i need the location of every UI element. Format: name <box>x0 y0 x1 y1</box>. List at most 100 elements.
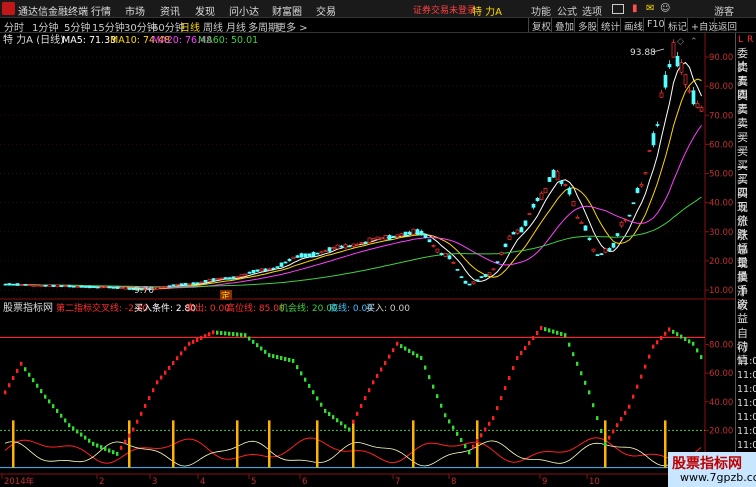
candle-body <box>71 285 76 288</box>
app-logo-icon <box>2 2 15 15</box>
period-1min[interactable]: 1分钟 <box>32 19 58 34</box>
menu-xuanxiang[interactable]: 选项 <box>582 3 602 18</box>
candle-body <box>259 268 264 272</box>
indicator-bar <box>220 331 223 336</box>
period-monthly[interactable]: 月线 <box>226 19 246 34</box>
buy-signal-bar <box>236 420 239 468</box>
indicator-bar <box>208 332 211 337</box>
chart-title: 特 力A (日线) <box>3 33 64 46</box>
price-tick-label: 40.00 <box>709 199 733 209</box>
candle-body <box>123 286 128 290</box>
candle-body <box>539 192 544 200</box>
candle-body <box>179 283 184 286</box>
candle-body <box>415 229 420 235</box>
user-icon[interactable]: ☺ <box>660 3 670 14</box>
guest-label[interactable]: 游客 <box>714 3 734 18</box>
indicator-bar <box>92 441 95 446</box>
period-15min[interactable]: 15分钟 <box>92 19 125 34</box>
candle-body <box>227 277 232 280</box>
settings-icon[interactable]: ◇ <box>677 37 684 47</box>
indicator-bar <box>284 356 287 361</box>
indicator-bar <box>692 341 695 346</box>
candle-body <box>291 256 296 260</box>
indicator-bar <box>420 356 423 361</box>
period-daily[interactable]: 日线 <box>180 19 200 34</box>
candle-body <box>163 286 168 289</box>
indicator-bar <box>684 336 687 341</box>
indicator-bar <box>364 396 367 401</box>
window-icon[interactable] <box>612 4 624 14</box>
indicator-bar <box>36 383 39 388</box>
period-weekly[interactable]: 周线 <box>203 19 223 34</box>
period-multi[interactable]: 多周期 <box>248 19 278 34</box>
menu-gongshi[interactable]: 公式 <box>557 3 577 18</box>
menu-caifuquan[interactable]: 财富圈 <box>272 3 302 18</box>
menu-faxian[interactable]: 发现 <box>195 3 215 18</box>
indicator-bar <box>600 428 603 433</box>
indicator-bar <box>404 346 407 351</box>
indicator-bar <box>540 326 543 331</box>
chart-area[interactable]: 90.00 80.00 70.00 60.00 50.00 40.00 30.00 20.00… <box>0 33 735 487</box>
watermark-title: 股票指标网 <box>672 456 742 472</box>
side-letter-l[interactable]: L <box>738 35 743 45</box>
period-more[interactable]: 更多 > <box>276 19 308 34</box>
candle-body <box>695 102 700 108</box>
candle-body <box>627 214 632 217</box>
candle-body <box>311 252 316 257</box>
period-fenshi[interactable]: 分时 <box>4 19 24 34</box>
collapse-icon[interactable]: ⌃ <box>690 37 698 47</box>
candle-body <box>211 278 216 282</box>
kline-panel[interactable]: 90.00 80.00 70.00 60.00 50.00 40.00 30.00 20.00… <box>0 33 735 302</box>
candle-body <box>215 277 220 280</box>
indicator-panel[interactable]: 股票指标网 第二指标交叉线: -2.80 买入条件: 2.80 卖出: 0.00… <box>0 300 733 473</box>
candle-body <box>583 225 588 231</box>
candle-body <box>315 252 320 255</box>
menu-zixun[interactable]: 资讯 <box>160 3 180 18</box>
indicator-bar <box>380 367 383 372</box>
login-notice[interactable]: 证券交易未登录 <box>413 3 476 16</box>
menu-jiaoyi[interactable]: 交易 <box>316 3 336 18</box>
candle-body <box>399 233 404 237</box>
candle-body <box>451 262 456 264</box>
indicator-bar <box>32 378 35 383</box>
candle-body <box>503 243 508 247</box>
buy-signal-bar <box>12 420 15 468</box>
bell-icon[interactable]: ✉ <box>646 3 654 14</box>
candle-body <box>531 203 536 208</box>
candle-body <box>651 133 656 146</box>
menu-wenxiaoda[interactable]: 问小达 <box>229 3 259 18</box>
candle-body <box>231 276 236 280</box>
indicator-bar <box>196 337 199 342</box>
chart-icon[interactable]: ▮ <box>632 3 638 14</box>
candle-body <box>659 92 664 98</box>
side-item: 11:09 <box>737 398 756 409</box>
indicator-tick-label: 80.00 <box>709 341 733 351</box>
candle-body <box>535 197 540 201</box>
indicator-bar <box>192 339 195 344</box>
candle-body <box>319 251 324 254</box>
indicator-bar <box>392 348 395 353</box>
buy-signal-bar <box>664 420 667 468</box>
candle-body <box>395 234 400 238</box>
candle-body <box>11 283 16 286</box>
indicator-bar <box>512 366 515 371</box>
candle-body <box>43 284 48 287</box>
period-5min[interactable]: 5分钟 <box>64 19 90 34</box>
candle-body <box>675 56 680 67</box>
indicator-bar <box>504 386 507 391</box>
menu-hangqing[interactable]: 行情 <box>91 3 111 18</box>
side-letter-r[interactable]: R <box>747 35 753 45</box>
menu-shichang[interactable]: 市场 <box>125 3 145 18</box>
menu-gongneng[interactable]: 功能 <box>531 3 551 18</box>
candle-body <box>603 248 608 253</box>
indicator-bar <box>424 365 427 370</box>
indicator-bar <box>60 413 63 418</box>
indicator-bar <box>640 374 643 379</box>
indicator-bar <box>536 331 539 336</box>
back-button[interactable]: 返回 <box>714 18 740 33</box>
candle-body <box>439 253 444 255</box>
candle-body <box>191 282 196 285</box>
candle-body <box>63 285 68 287</box>
candle-body <box>55 284 60 288</box>
indicator-bar <box>304 377 307 382</box>
